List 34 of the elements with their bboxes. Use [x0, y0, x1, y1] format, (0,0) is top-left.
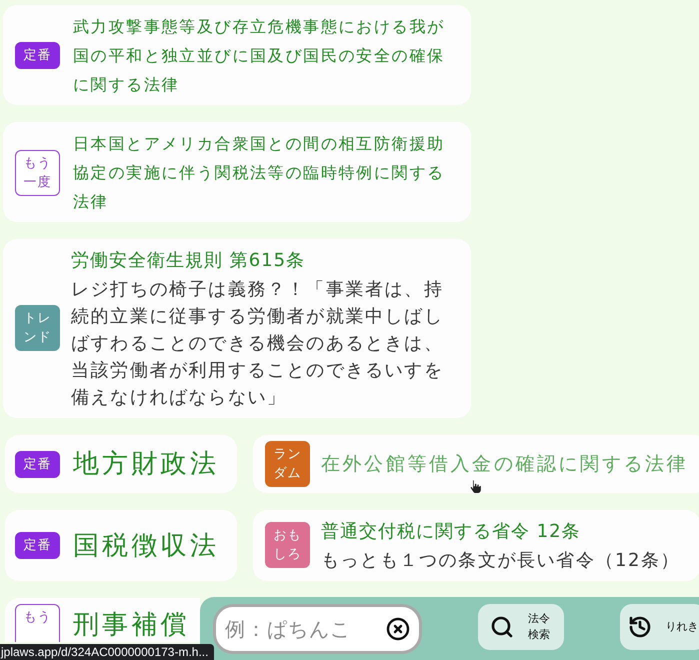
- article-title: 普通交付税に関する省令 12条: [321, 520, 582, 544]
- law-title: 武力攻撃事態等及び存立危機事態における我が国の平和と独立並びに国及び国民の安全の確保に関する法律: [73, 16, 446, 96]
- article-title: 労働安全衛生規則 第615条: [71, 249, 306, 273]
- law-title: 国税徴収法: [73, 530, 219, 562]
- law-card[interactable]: ランダム 在外公館等借入金の確認に関する法律: [253, 435, 699, 493]
- law-card[interactable]: もう 刑事補償: [5, 598, 200, 642]
- law-title: 在外公館等借入金の確認に関する法律: [321, 452, 688, 476]
- law-card[interactable]: もう一度 日本国とアメリカ合衆国との間の相互防衛援助協定の実施に伴う関税法等の臨時特例に関する法律: [3, 122, 471, 222]
- category-badge: 定番: [15, 532, 60, 559]
- history-button[interactable]: りれき: [620, 604, 699, 650]
- law-title: 刑事補償: [73, 609, 190, 642]
- category-badge: おもしろ: [265, 522, 310, 568]
- law-card[interactable]: 定番 地方財政法: [5, 435, 237, 493]
- category-badge: ランダム: [265, 441, 310, 487]
- law-search-button[interactable]: 法令検索: [478, 604, 564, 650]
- clear-icon[interactable]: [386, 617, 410, 641]
- category-badge: 定番: [15, 42, 60, 69]
- law-card[interactable]: 定番 国税徴収法: [5, 510, 237, 581]
- category-badge: もう: [15, 604, 60, 642]
- article-excerpt: レジ打ちの椅子は義務？！「事業者は、持続的立業に従事する労働者が就業中しばしばすわることのできる機会のあるときは、当該労働者が利用することのできるいすを備えなければならない」: [71, 278, 444, 410]
- article-card[interactable]: トレンド 労働安全衛生規則 第615条 レジ打ちの椅子は義務？！「事業者は、持続的立業に従事する労働者が就業中しばしばすわることのできる機会のあるときは、当該労働者が利用することのできるいすを備えなければならない」: [3, 239, 471, 418]
- category-badge: もう一度: [15, 150, 60, 196]
- history-icon: [628, 615, 652, 639]
- law-title: 日本国とアメリカ合衆国との間の相互防衛援助協定の実施に伴う関税法等の臨時特例に関する法律: [73, 133, 446, 213]
- article-excerpt: もっとも１つの条文が長い省令（12条）: [321, 549, 680, 573]
- category-badge: 定番: [15, 450, 60, 478]
- category-badge: トレンド: [15, 305, 60, 351]
- search-icon: [490, 615, 514, 639]
- law-title: 地方財政法: [73, 448, 219, 481]
- hand-cursor-icon: [470, 479, 481, 494]
- article-card[interactable]: おもしろ 普通交付税に関する省令 12条 もっとも１つの条文が長い省令（12条）: [253, 510, 699, 581]
- law-card[interactable]: 定番 武力攻撃事態等及び存立危機事態における我が国の平和と独立並びに国及び国民の安全の確保に関する法律: [3, 5, 471, 105]
- link-preview-url: jplaws.app/d/324AC0000000173-m.h...: [0, 644, 214, 660]
- search-field[interactable]: 例：ぱちんこ: [213, 604, 422, 654]
